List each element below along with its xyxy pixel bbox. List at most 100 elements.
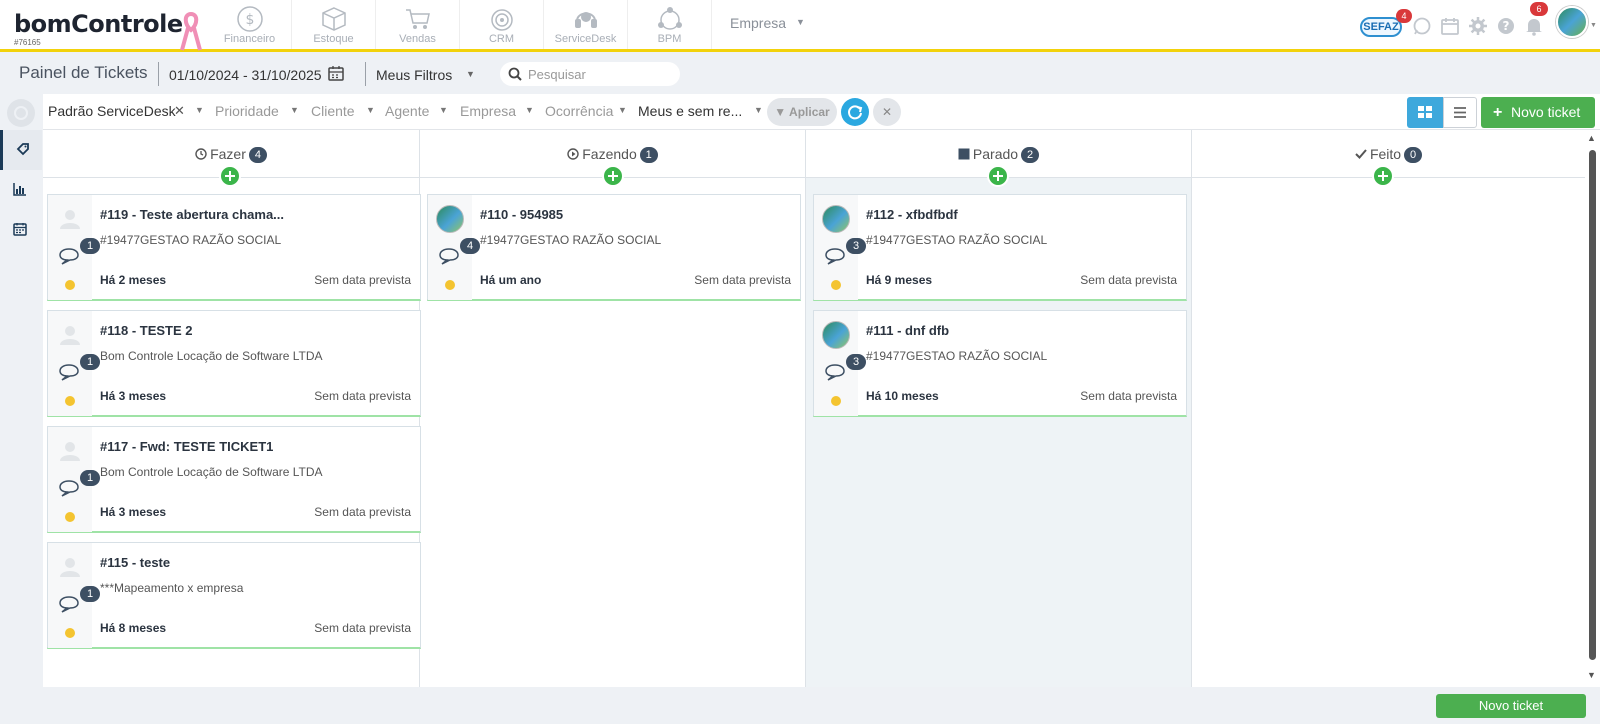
chevron-down-icon[interactable]: ▼ <box>618 105 627 115</box>
ticket-card[interactable]: 4 #110 - 954985 #19477GESTAO RAZÃO SOCIA… <box>427 194 801 301</box>
chevron-down-icon[interactable]: ▼ <box>796 17 805 27</box>
company-menu[interactable]: Empresa <box>730 15 786 31</box>
ticket-card[interactable]: 1 #117 - Fwd: TESTE TICKET1 Bom Controle… <box>47 426 421 533</box>
search-icon <box>508 67 522 81</box>
list-icon <box>1454 107 1466 118</box>
filter-occurrence[interactable]: Ocorrência <box>545 103 613 119</box>
module-label: ServiceDesk <box>554 33 617 45</box>
chevron-down-icon[interactable]: ▼ <box>1590 22 1597 29</box>
date-range[interactable]: 01/10/2024 - 31/10/2025 <box>169 67 322 83</box>
page-title: Painel de Tickets <box>19 63 148 82</box>
chevron-down-icon[interactable]: ▼ <box>366 105 375 115</box>
new-ticket-button[interactable]: + Novo ticket <box>1481 97 1595 128</box>
ticket-title[interactable]: #110 - 954985 <box>480 207 790 222</box>
priority-dot <box>65 512 75 522</box>
account-code: #76165 <box>14 38 41 47</box>
module-financeiro[interactable]: $ Financeiro <box>208 0 292 49</box>
add-ticket-button[interactable] <box>1372 165 1394 187</box>
ticket-title[interactable]: #118 - TESTE 2 <box>100 323 410 338</box>
ticket-due: Sem data prevista <box>314 273 411 287</box>
apply-filters-button[interactable]: ▼ Aplicar <box>767 98 837 126</box>
funnel-icon: ▼ <box>774 105 787 119</box>
apply-label: Aplicar <box>789 105 830 119</box>
notification-badge: 6 <box>1530 2 1548 16</box>
ticket-title[interactable]: #119 - Teste abertura chama... <box>100 207 410 222</box>
rail-tickets[interactable] <box>0 130 42 170</box>
priority-dot <box>445 280 455 290</box>
filter-client[interactable]: Cliente <box>311 103 355 119</box>
new-ticket-bottom-button[interactable]: Novo ticket <box>1436 694 1586 718</box>
module-servicedesk[interactable]: ServiceDesk <box>544 0 628 49</box>
cart-icon <box>406 9 430 29</box>
module-crm[interactable]: CRM <box>460 0 544 49</box>
scroll-up-icon[interactable]: ▲ <box>1587 133 1596 143</box>
ticket-card[interactable]: 1 #118 - TESTE 2 Bom Controle Locação de… <box>47 310 421 417</box>
comment-icon <box>825 248 845 265</box>
comment-icon <box>59 480 79 497</box>
filter-priority[interactable]: Prioridade <box>215 103 279 119</box>
chevron-down-icon[interactable]: ▼ <box>439 105 448 115</box>
chevron-down-icon[interactable]: ▼ <box>525 105 534 115</box>
priority-dot <box>831 396 841 406</box>
search-input[interactable] <box>528 63 674 85</box>
user-avatar[interactable] <box>1556 6 1588 38</box>
add-ticket-button[interactable] <box>987 165 1009 187</box>
ticket-card[interactable]: 3 #111 - dnf dfb #19477GESTAO RAZÃO SOCI… <box>813 310 1187 417</box>
ticket-card[interactable]: 1 #119 - Teste abertura chama... #19477G… <box>47 194 421 301</box>
my-filters-dropdown[interactable]: Meus Filtros <box>376 67 452 83</box>
brand-logo[interactable]: bomControle <box>14 10 183 38</box>
chevron-down-icon[interactable]: ▼ <box>754 105 763 115</box>
scroll-down-icon[interactable]: ▼ <box>1587 670 1596 680</box>
column-count: 2 <box>1021 147 1040 163</box>
column-parado: Parado 2 3 #112 - xfbdfbdf #19477GESTAO R… <box>806 130 1192 687</box>
calendar-icon[interactable] <box>328 65 344 81</box>
filter-mine[interactable]: Meus e sem re... <box>638 103 742 119</box>
top-bar: bomControle #76165 $ Financeiro Estoque … <box>0 0 1600 52</box>
refresh-icon <box>848 105 863 120</box>
rail-reports[interactable] <box>0 170 42 210</box>
column-title-text: Parado <box>972 146 1019 162</box>
rail-calendar[interactable] <box>0 210 42 250</box>
ticket-age: Há 3 meses <box>100 389 167 403</box>
comment-count: 1 <box>80 354 100 370</box>
gear-icon[interactable] <box>1468 16 1488 36</box>
module-vendas[interactable]: Vendas <box>376 0 460 49</box>
module-estoque[interactable]: Estoque <box>292 0 376 49</box>
ticket-title[interactable]: #112 - xfbdfbdf <box>866 207 1176 222</box>
sefaz-button[interactable]: SEFAZ <box>1360 17 1402 37</box>
ticket-title[interactable]: #115 - teste <box>100 555 410 570</box>
ticket-title[interactable]: #111 - dnf dfb <box>866 323 1176 338</box>
chevron-down-icon[interactable]: ▼ <box>290 105 299 115</box>
filter-company[interactable]: Empresa <box>460 103 516 119</box>
add-ticket-button[interactable] <box>602 165 624 187</box>
whatsapp-icon[interactable] <box>1412 16 1432 36</box>
clear-preset-icon[interactable]: ✕ <box>174 103 185 119</box>
chevron-down-icon[interactable]: ▼ <box>195 105 204 115</box>
ticket-title[interactable]: #117 - Fwd: TESTE TICKET1 <box>100 439 410 454</box>
priority-dot <box>65 280 75 290</box>
kanban-view-button[interactable] <box>1407 97 1443 128</box>
ticket-card[interactable]: 3 #112 - xfbdfbdf #19477GESTAO RAZÃO SOC… <box>813 194 1187 301</box>
bell-icon[interactable] <box>1524 16 1544 36</box>
clear-filters-button[interactable]: ✕ <box>873 98 901 126</box>
module-bpm[interactable]: BPM <box>628 0 712 49</box>
column-title: Fazer 4 <box>43 146 419 163</box>
ticket-card[interactable]: 1 #115 - teste ***Mapeamento x empresa H… <box>47 542 421 649</box>
refresh-button[interactable] <box>841 98 869 126</box>
add-ticket-button[interactable] <box>219 165 241 187</box>
filter-agent[interactable]: Agente <box>385 103 429 119</box>
flow-icon <box>658 7 682 30</box>
list-view-button[interactable] <box>1443 97 1477 128</box>
ticket-age: Há 9 meses <box>866 273 933 287</box>
chevron-down-icon[interactable]: ▼ <box>466 69 475 79</box>
svg-text:?: ? <box>1503 19 1510 33</box>
filter-preset[interactable]: Padrão ServiceDesk <box>48 103 176 119</box>
module-nav: $ Financeiro Estoque Vendas CRM ServiceD… <box>208 0 712 49</box>
comment-count: 1 <box>80 238 100 254</box>
scrollbar-thumb[interactable] <box>1589 150 1596 660</box>
calendar-icon[interactable] <box>1440 16 1460 36</box>
help-icon[interactable]: ? <box>1496 16 1516 36</box>
svg-text:$: $ <box>246 12 255 28</box>
comment-count: 3 <box>846 354 866 370</box>
comment-icon <box>59 248 79 265</box>
